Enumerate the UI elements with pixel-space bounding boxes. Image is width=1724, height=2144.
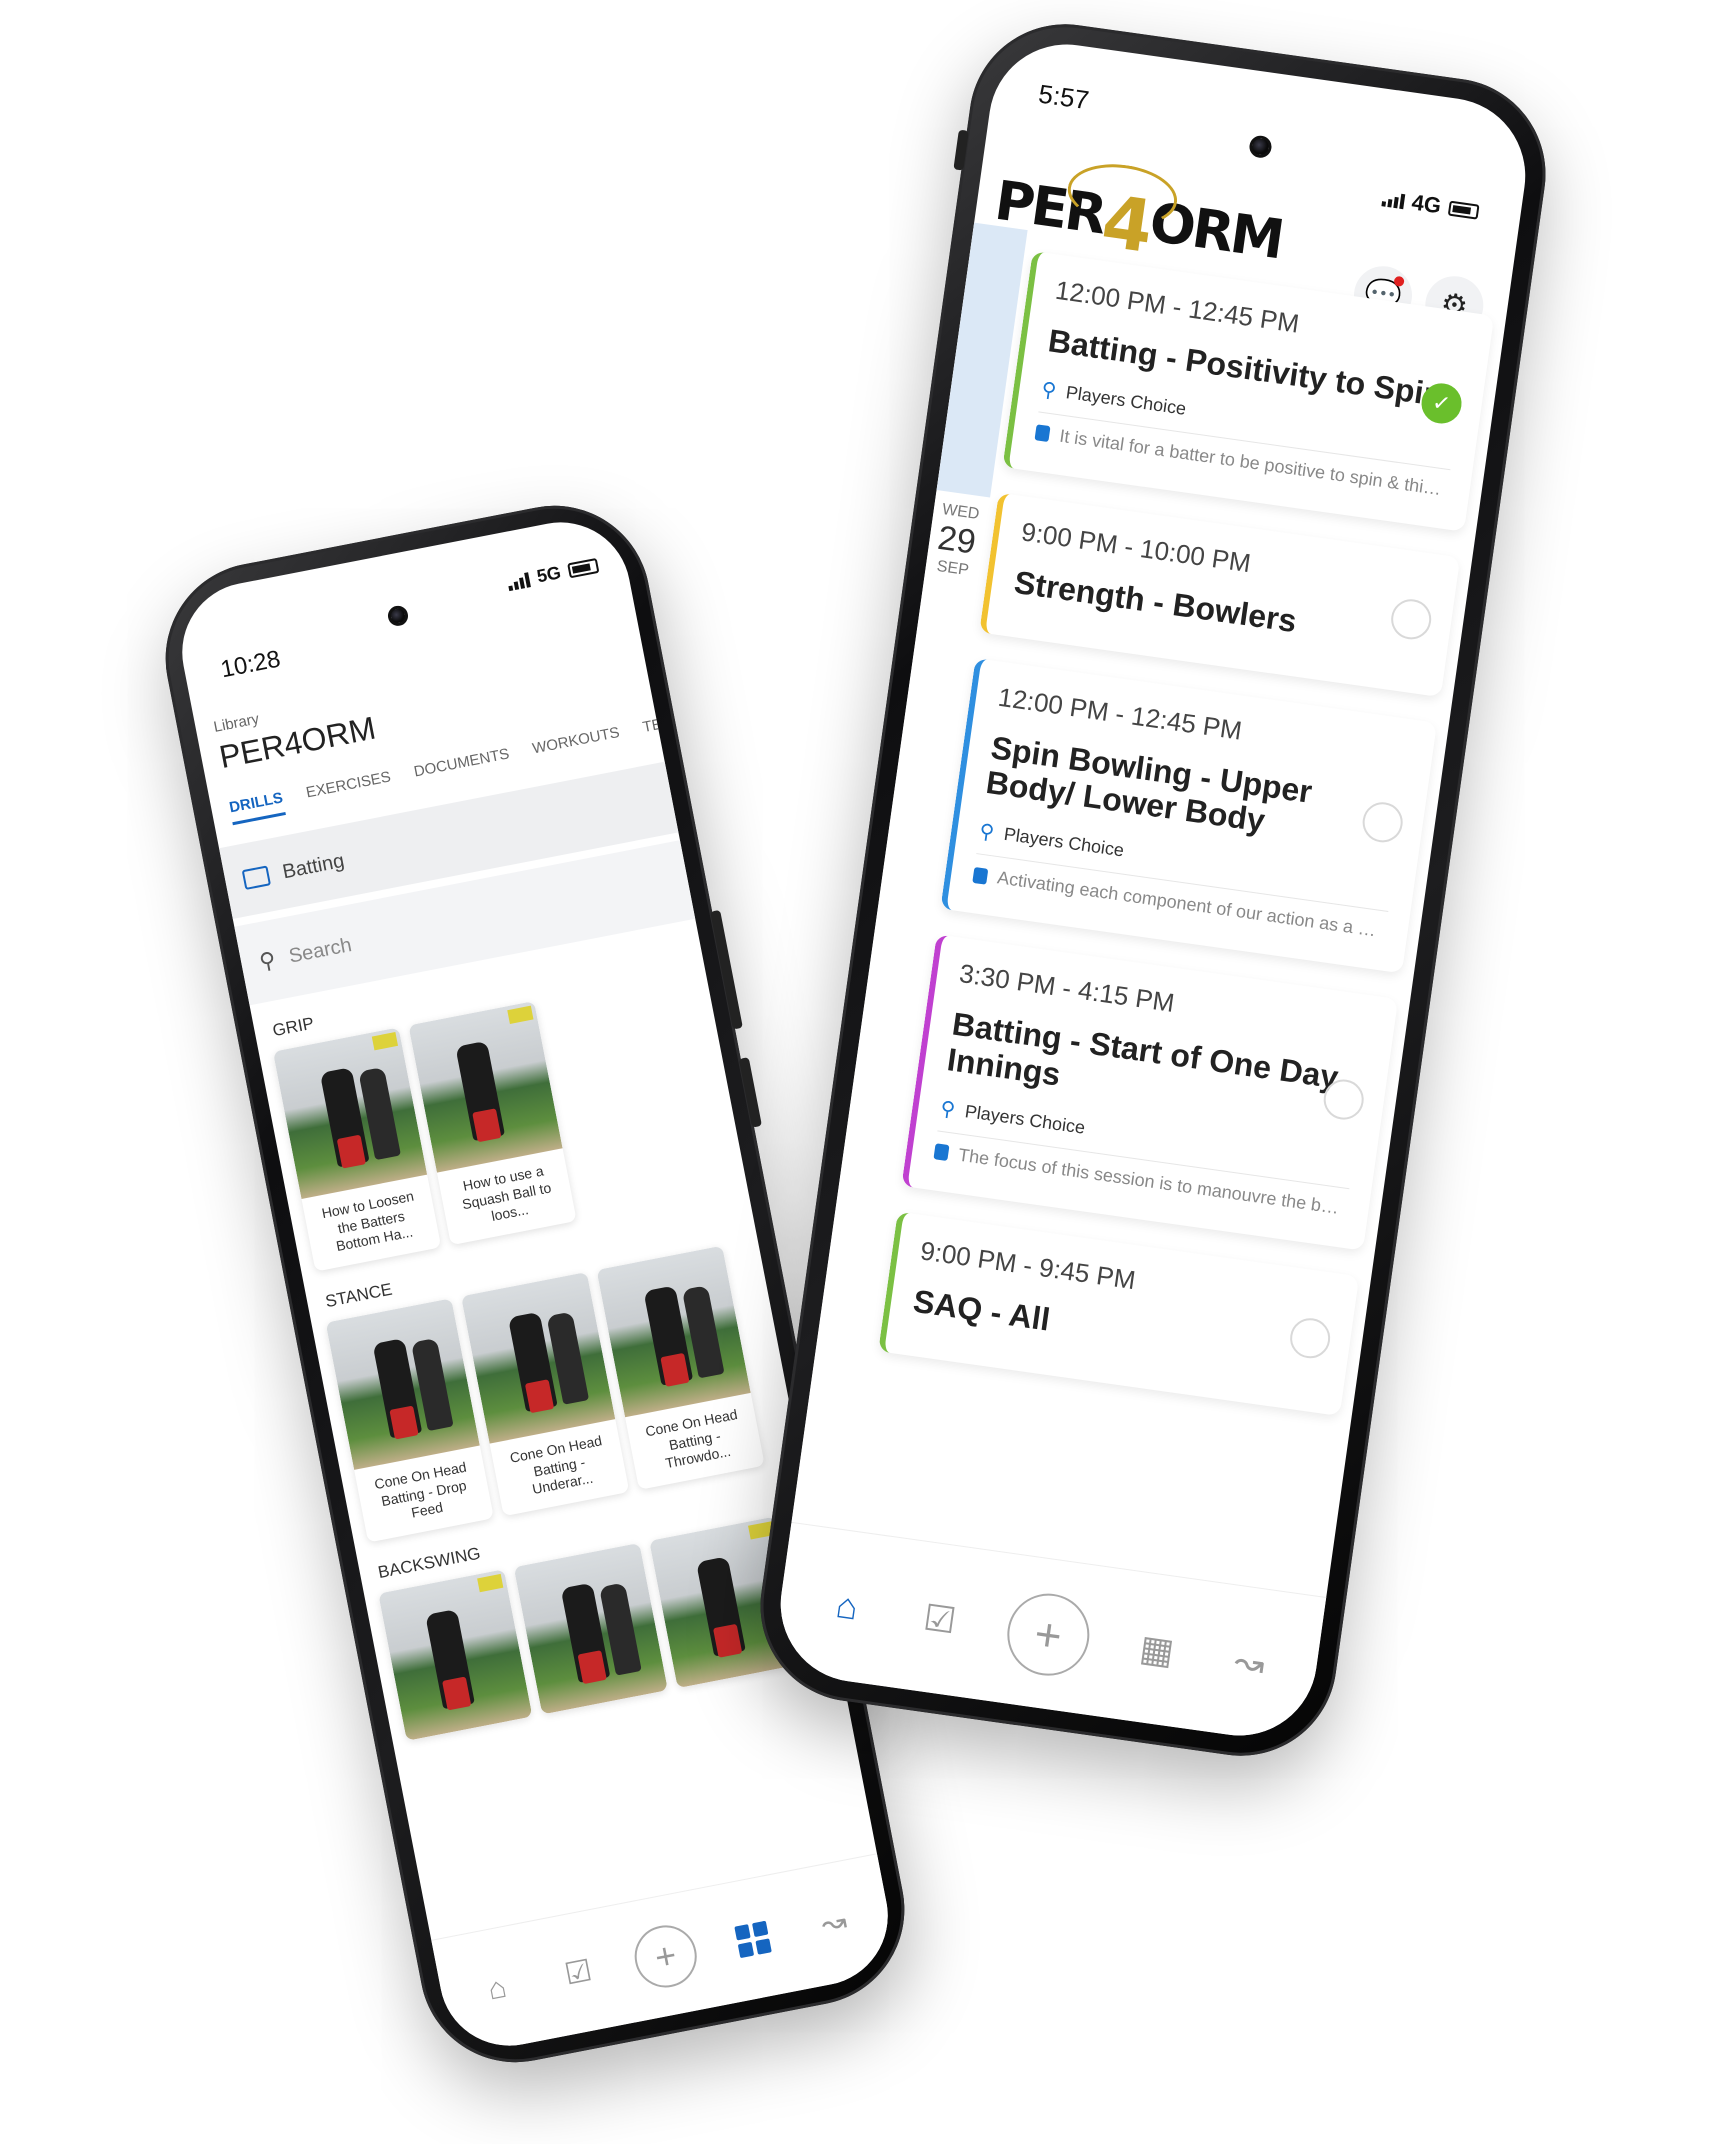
- drill-card[interactable]: [378, 1569, 533, 1741]
- calendar-phone: 5:57 4G PER4ORM 💬 ⚙ WED 29 SEP 12:00 PM …: [748, 11, 1558, 1769]
- battery-icon: [1447, 200, 1480, 220]
- library-header: Library PER4ORM: [212, 689, 378, 776]
- folder-name: Batting: [280, 849, 346, 883]
- drill-thumbnail: [325, 1298, 480, 1470]
- grid-icon[interactable]: [723, 1910, 782, 1969]
- signal-icon: [506, 571, 531, 591]
- drill-thumbnail: [596, 1245, 751, 1418]
- section-label-grip: GRIP: [271, 1013, 316, 1041]
- drill-thumbnail: [272, 1027, 428, 1199]
- add-button[interactable]: +: [1002, 1587, 1095, 1681]
- location-pin-icon: ⚲: [938, 1097, 957, 1122]
- folder-icon: [241, 865, 272, 890]
- home-icon[interactable]: ⌂: [819, 1578, 875, 1634]
- tab-workouts[interactable]: WORKOUTS: [531, 724, 623, 766]
- tab-team-practice[interactable]: TEAM PRAC: [641, 703, 732, 745]
- date-label: WED 29 SEP: [925, 500, 989, 582]
- drill-thumbnail: [513, 1542, 668, 1715]
- section-label-stance: STANCE: [323, 1279, 394, 1312]
- home-icon[interactable]: ⌂: [468, 1959, 527, 2018]
- network-label: 5G: [535, 562, 563, 587]
- drill-card[interactable]: [513, 1542, 668, 1715]
- calendar-screen: 5:57 4G PER4ORM 💬 ⚙ WED 29 SEP 12:00 PM …: [770, 34, 1536, 1746]
- status-icons: 4G: [1380, 185, 1480, 224]
- note-icon: [933, 1143, 950, 1162]
- event-card[interactable]: 12:00 PM - 12:45 PM Batting - Positivity…: [1002, 251, 1495, 532]
- network-label: 4G: [1410, 189, 1443, 219]
- drill-thumbnail: [378, 1569, 533, 1741]
- note-icon: [1034, 424, 1051, 443]
- grip-row: How to Loosen the Batters Bottom Ha... H…: [272, 1000, 577, 1272]
- chart-line-icon[interactable]: ↝: [1221, 1634, 1277, 1690]
- drill-thumbnail: [460, 1271, 616, 1444]
- status-time: 10:28: [218, 645, 283, 684]
- note-icon: [972, 866, 989, 885]
- tab-drills[interactable]: DRILLS: [227, 789, 287, 826]
- bottom-tab-bar: ⌂ ☑ + ↝: [431, 1853, 900, 2058]
- front-camera: [386, 604, 410, 628]
- front-camera: [1248, 134, 1273, 160]
- drill-thumbnail: [408, 1000, 563, 1173]
- side-button: [953, 129, 969, 171]
- event-card[interactable]: 9:00 PM - 10:00 PM Strength - Bowlers: [979, 492, 1461, 697]
- location-pin-icon: ⚲: [977, 820, 996, 845]
- search-icon: ⚲: [257, 946, 278, 975]
- search-input[interactable]: Search: [287, 934, 354, 969]
- event-card[interactable]: 12:00 PM - 12:45 PM Spin Bowling - Upper…: [940, 657, 1438, 974]
- volume-button: [710, 909, 743, 1030]
- signal-icon: [1381, 190, 1405, 210]
- status-icons: 5G: [506, 555, 600, 593]
- battery-icon: [567, 557, 600, 579]
- event-card[interactable]: 9:00 PM - 9:45 PM SAQ - All: [878, 1211, 1360, 1416]
- location-pin-icon: ⚲: [1040, 378, 1058, 403]
- calendar-check-icon[interactable]: ☑: [912, 1591, 968, 1647]
- calendar-check-icon[interactable]: ☑: [549, 1944, 608, 2003]
- power-button: [738, 1057, 762, 1128]
- add-button[interactable]: +: [629, 1919, 702, 1993]
- chart-line-icon[interactable]: ↝: [805, 1894, 864, 1953]
- grid-icon[interactable]: ▦: [1129, 1621, 1185, 1677]
- status-time: 5:57: [1036, 78, 1091, 116]
- tab-documents[interactable]: DOCUMENTS: [413, 745, 513, 789]
- date-day: 29: [935, 518, 979, 562]
- tab-exercises[interactable]: EXERCISES: [305, 768, 394, 810]
- event-card[interactable]: 3:30 PM - 4:15 PM Batting - Start of One…: [901, 934, 1399, 1251]
- library-screen: 10:28 5G Library PER4ORM DRILLS EXERCISE…: [170, 510, 900, 2058]
